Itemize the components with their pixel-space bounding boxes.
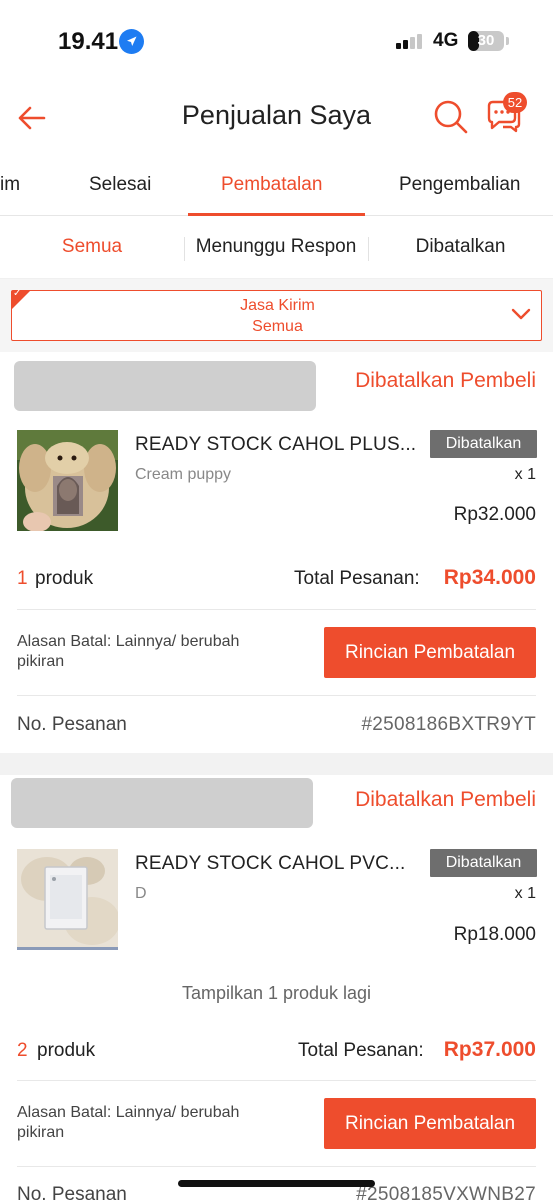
total-value: Rp34.000 [443, 566, 536, 589]
product-price: Rp18.000 [453, 924, 536, 945]
product-count: 2 [17, 1040, 28, 1061]
tab-dikirim[interactable]: im [0, 160, 20, 216]
product-name: READY STOCK CAHOL PVC... [135, 853, 406, 874]
product-count-label: produk [35, 568, 94, 589]
total-value: Rp37.000 [443, 1038, 536, 1061]
app-header: Penjualan Saya [0, 84, 553, 150]
shipping-filter-dropdown[interactable]: ✓ Jasa Kirim Semua [11, 288, 542, 341]
order-number-label: No. Pesanan [17, 714, 127, 735]
battery-icon: 30 [468, 31, 504, 51]
cancel-reason: Alasan Batal: Lainnya/ berubah pikiran [17, 633, 240, 670]
product-quantity: x 1 [514, 466, 536, 483]
active-tab-indicator [188, 213, 365, 216]
subtab-menunggu-respon[interactable]: Menunggu Respon [184, 217, 368, 279]
buyer-name-redacted [14, 361, 316, 411]
home-indicator [178, 1180, 375, 1187]
network-type: 4G [433, 30, 459, 51]
status-badge: Dibatalkan [430, 849, 537, 877]
cancellation-detail-button[interactable]: Rincian Pembatalan [324, 1098, 536, 1149]
product-variation: Cream puppy [135, 466, 232, 483]
main-tabs: im Selesai Pembatalan Pengembalian [0, 160, 553, 216]
product-image[interactable] [17, 849, 118, 950]
product-price: Rp32.000 [453, 504, 536, 525]
filter-label: Jasa Kirim [240, 297, 315, 314]
tab-pengembalian[interactable]: Pengembalian [399, 160, 520, 216]
divider [17, 609, 536, 610]
show-more-products-link[interactable]: Tampilkan 1 produk lagi [0, 983, 553, 1004]
search-icon [434, 100, 468, 134]
order-card: Dibatalkan Pembeli READY STOCK CAHOL PVC… [0, 775, 553, 1200]
product-name: READY STOCK CAHOL PLUS... [135, 434, 417, 455]
subtab-semua[interactable]: Semua [0, 217, 184, 279]
cancel-reason: Alasan Batal: Lainnya/ berubah pikiran [17, 1104, 240, 1141]
total-label: Total Pesanan: [294, 568, 420, 589]
divider [17, 695, 536, 696]
cancellation-detail-button[interactable]: Rincian Pembatalan [324, 627, 536, 678]
buyer-name-redacted [11, 778, 313, 828]
tab-selesai[interactable]: Selesai [89, 160, 151, 216]
order-status: Dibatalkan Pembeli [355, 788, 536, 811]
order-number-label: No. Pesanan [17, 1184, 127, 1200]
chat-unread-badge: 52 [503, 92, 527, 113]
section-gap [0, 753, 553, 775]
product-count: 1 [17, 568, 28, 589]
filter-value: Semua [252, 318, 303, 335]
page-title: Penjualan Saya [181, 100, 372, 130]
order-number[interactable]: #2508186BXTR9YT [361, 714, 536, 736]
status-badge: Dibatalkan [430, 430, 537, 458]
product-image[interactable] [17, 430, 118, 531]
location-arrow-icon [119, 29, 144, 54]
battery-percent: 30 [477, 32, 495, 49]
product-quantity: x 1 [514, 885, 536, 902]
sub-tabs: Semua Menunggu Respon Dibatalkan [0, 217, 553, 279]
battery-cap [506, 37, 509, 45]
cellular-signal-icon [396, 33, 426, 49]
order-status: Dibatalkan Pembeli [355, 369, 536, 392]
status-bar: 19.41 4G 30 [0, 0, 553, 84]
total-label: Total Pesanan: [298, 1040, 424, 1061]
divider [17, 1166, 536, 1167]
product-count-label: produk [37, 1040, 96, 1061]
product-variation: D [135, 885, 147, 902]
status-time: 19.41 [58, 28, 119, 55]
search-button[interactable] [432, 98, 470, 136]
chevron-down-icon [511, 308, 531, 320]
order-card: Dibatalkan Pembeli READY STOCK CAHOL PLU… [0, 352, 553, 753]
divider [17, 1080, 536, 1081]
tab-pembatalan[interactable]: Pembatalan [221, 160, 322, 216]
subtab-dibatalkan[interactable]: Dibatalkan [368, 217, 553, 279]
order-number[interactable]: #2508185VXWNB27 [356, 1184, 536, 1200]
